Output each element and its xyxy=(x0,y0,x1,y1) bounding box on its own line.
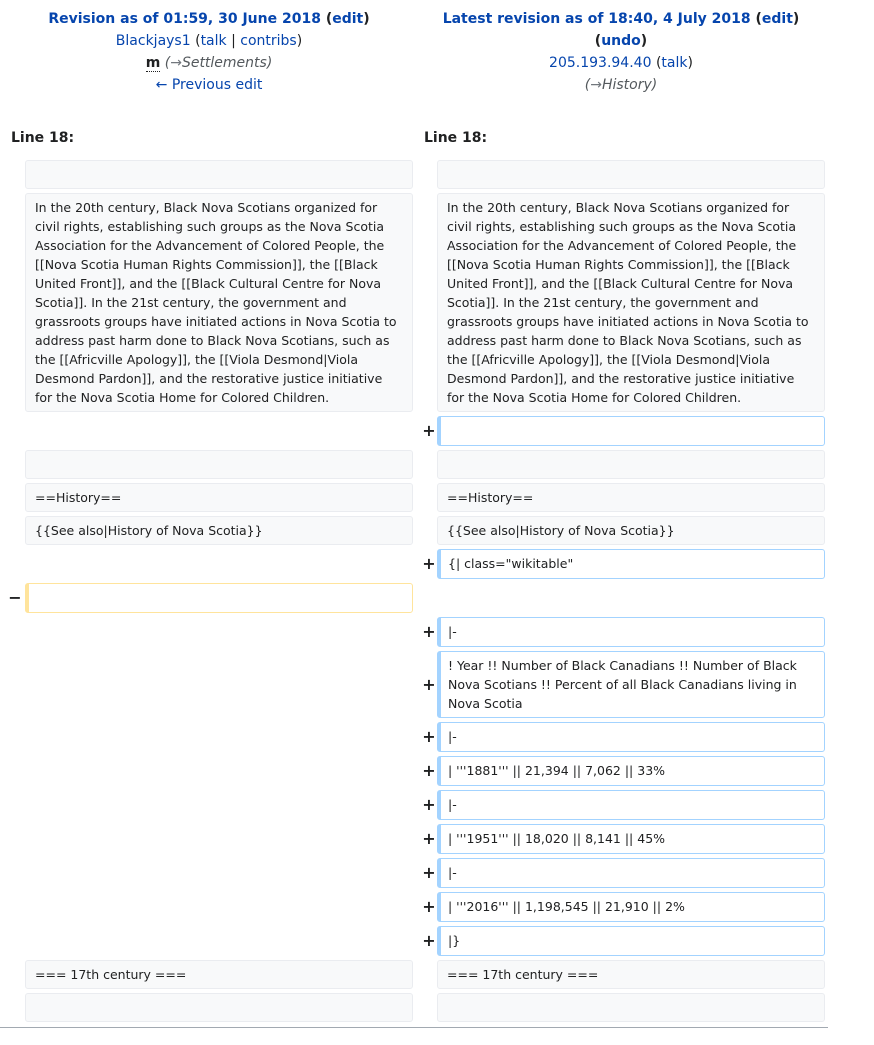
added-marker: + xyxy=(422,829,436,848)
right-line-number: Line 18: xyxy=(424,130,488,146)
diff-bottom-divider xyxy=(0,1027,828,1028)
added-line-row-2016: | '''2016''' || 1,198,545 || 21,910 || 2… xyxy=(437,892,825,922)
added-marker: + xyxy=(422,622,436,641)
old-user-talk-link[interactable]: talk xyxy=(201,33,227,49)
added-marker: + xyxy=(422,795,436,814)
context-line-empty-left xyxy=(25,160,413,189)
new-edit-link[interactable]: edit xyxy=(762,11,793,27)
added-marker: + xyxy=(422,421,436,440)
old-edit-summary: m (→Settlements) xyxy=(145,55,273,72)
added-marker: + xyxy=(422,727,436,746)
added-marker: + xyxy=(422,931,436,950)
added-line-row-separator: |- xyxy=(437,722,825,752)
added-line-table-end: |} xyxy=(437,926,825,956)
added-marker: + xyxy=(422,897,436,916)
old-summary-section-link[interactable]: → xyxy=(170,55,182,71)
new-user-link[interactable]: 205.193.94.40 xyxy=(549,55,651,71)
added-line-row-separator: |- xyxy=(437,617,825,647)
added-line-row-separator: |- xyxy=(437,858,825,888)
minor-edit-marker: m xyxy=(145,55,161,72)
context-line-see-also-left: {{See also|History of Nova Scotia}} xyxy=(25,516,413,545)
added-line-table-start: {| class="wikitable" xyxy=(437,549,825,579)
context-line-see-also-right: {{See also|History of Nova Scotia}} xyxy=(437,516,825,545)
old-revision-link[interactable]: Revision as of 01:59, 30 June 2018 xyxy=(48,11,321,27)
old-revision-title: Revision as of 01:59, 30 June 2018 (edit… xyxy=(48,11,370,27)
added-line-row-1951: | '''1951''' || 18,020 || 8,141 || 45% xyxy=(437,824,825,854)
new-summary-section-link[interactable]: → xyxy=(590,77,602,93)
new-revision-title: Latest revision as of 18:40, 4 July 2018… xyxy=(442,11,800,27)
context-line-empty-right xyxy=(437,450,825,479)
old-edit-link[interactable]: edit xyxy=(332,11,363,27)
context-line-history-left: ==History== xyxy=(25,483,413,512)
context-line-century-left: === 17th century === xyxy=(25,960,413,989)
previous-edit-link[interactable]: ← Previous edit xyxy=(156,77,263,93)
added-marker: + xyxy=(422,675,436,694)
old-user-contribs-link[interactable]: contribs xyxy=(240,33,296,49)
new-edit-summary: (→History) xyxy=(584,77,658,93)
added-marker: + xyxy=(422,863,436,882)
context-line-paragraph-right: In the 20th century, Black Nova Scotians… xyxy=(437,193,825,412)
added-line-row-1881: | '''1881''' || 21,394 || 7,062 || 33% xyxy=(437,756,825,786)
old-user-link[interactable]: Blackjays1 xyxy=(116,33,191,49)
context-line-paragraph-left: In the 20th century, Black Nova Scotians… xyxy=(25,193,413,412)
context-line-empty-right xyxy=(437,993,825,1022)
left-line-number: Line 18: xyxy=(11,130,75,146)
context-line-empty-left xyxy=(25,993,413,1022)
context-line-empty-left xyxy=(25,450,413,479)
new-revision-header: Latest revision as of 18:40, 4 July 2018… xyxy=(420,8,822,96)
new-revision-link[interactable]: Latest revision as of 18:40, 4 July 2018 xyxy=(443,11,751,27)
added-line-empty xyxy=(437,416,825,446)
context-line-empty-right xyxy=(437,160,825,189)
deleted-line-empty xyxy=(25,583,413,613)
added-line-row-separator: |- xyxy=(437,790,825,820)
undo-link[interactable]: undo xyxy=(601,33,641,49)
context-line-history-right: ==History== xyxy=(437,483,825,512)
old-revision-user: Blackjays1 (talk | contribs) xyxy=(115,33,303,49)
old-revision-header: Revision as of 01:59, 30 June 2018 (edit… xyxy=(8,8,410,96)
added-marker: + xyxy=(422,761,436,780)
deleted-marker: − xyxy=(8,588,22,607)
new-user-talk-link[interactable]: talk xyxy=(661,55,687,71)
new-revision-user: 205.193.94.40 (talk) xyxy=(549,55,693,71)
added-marker: + xyxy=(422,554,436,573)
context-line-century-right: === 17th century === xyxy=(437,960,825,989)
added-line-table-header: ! Year !! Number of Black Canadians !! N… xyxy=(437,651,825,718)
